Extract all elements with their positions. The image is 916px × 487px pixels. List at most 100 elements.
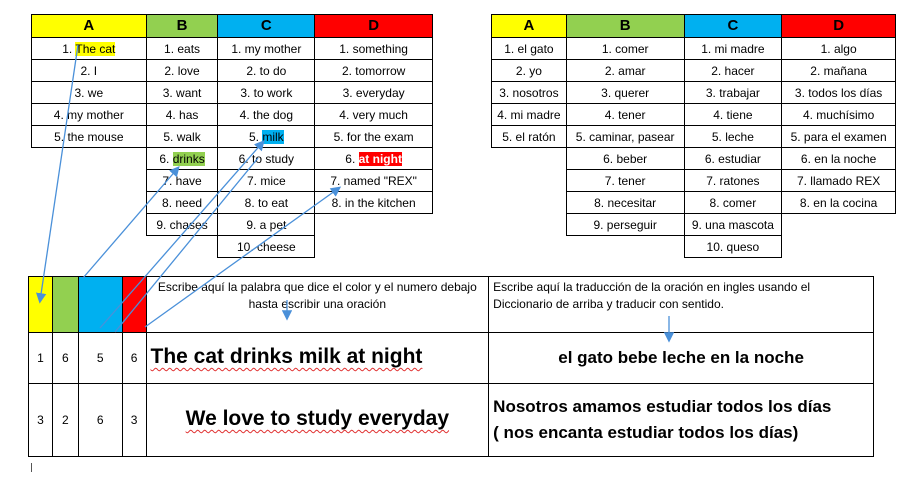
- spa-c-cell: 3. trabajar: [683, 81, 783, 104]
- empty-cell: [32, 148, 147, 170]
- eng-d-cell: 2. tomorrow: [314, 59, 433, 82]
- spa-b-cell: 5. caminar, pasear: [565, 125, 685, 148]
- eng-b-cell: 9. chases: [145, 213, 219, 236]
- empty-cell: [492, 214, 567, 236]
- eng-b-cell: 5. walk: [145, 125, 219, 148]
- row2-num-c: 6: [77, 383, 123, 457]
- row1-sentence: The cat drinks milk at night: [150, 345, 423, 368]
- empty-cell: [32, 236, 147, 258]
- empty-cell: [314, 213, 433, 236]
- row1-num-b: 6: [51, 332, 79, 384]
- spa-a-cell: 5. el ratón: [491, 125, 567, 148]
- empty-cell: [492, 236, 567, 258]
- spa-d-cell: 8. en la cocina: [781, 191, 896, 214]
- eng-b-cell: 3. want: [145, 81, 219, 104]
- spa-header-d: D: [781, 14, 896, 38]
- eng-c-cell: 9. a pet: [217, 213, 316, 236]
- eng-d6-prefix: 6.: [345, 151, 359, 166]
- row2-num-b: 2: [51, 383, 79, 457]
- eng-c-cell: 8. to eat: [217, 191, 316, 214]
- eng-c-cell: 3. to work: [217, 81, 316, 104]
- eng-header-c: C: [217, 14, 316, 38]
- eng-a-cell: 2. I: [31, 59, 147, 82]
- row1-num-c: 5: [77, 332, 123, 384]
- spa-b-cell: 9. perseguir: [565, 213, 685, 236]
- eng-a-cell: 4. my mother: [31, 103, 147, 126]
- eng-a1-prefix: 1.: [62, 41, 76, 56]
- eng-b6-highlight: drinks: [172, 151, 205, 166]
- empty-cell: [146, 235, 218, 258]
- spa-a-cell: 2. yo: [491, 59, 567, 82]
- eng-b-cell: 6. drinks: [145, 147, 219, 170]
- eng-a1-highlight: The cat: [75, 41, 116, 56]
- empty-cell: [781, 213, 896, 236]
- spa-a-cell: 3. nosotros: [491, 81, 567, 104]
- row2-translation-line1: Nosotros amamos estudiar todos los días: [493, 397, 832, 416]
- empty-cell: [566, 235, 684, 258]
- eng-b-cell: 1. eats: [145, 37, 219, 60]
- spa-c-cell: 1. mi madre: [683, 37, 783, 60]
- row2-sentence-cell[interactable]: We love to study everyday: [145, 383, 490, 457]
- row1-num-d: 6: [121, 332, 147, 384]
- spa-d-cell: 4. muchísimo: [781, 103, 896, 126]
- spa-header-b: B: [565, 14, 685, 38]
- row2-num-d: 3: [121, 383, 147, 457]
- eng-b-cell: 8. need: [145, 191, 219, 214]
- eng-d6-highlight: at night: [358, 151, 402, 166]
- spanish-dictionary-table: A B C D 1. el gato 1. comer 1. mi madre …: [491, 14, 896, 258]
- color-cell-blue: [77, 276, 123, 333]
- spa-b-cell: 1. comer: [565, 37, 685, 60]
- spa-b-cell: 8. necesitar: [565, 191, 685, 214]
- spa-d-cell: 6. en la noche: [781, 147, 896, 170]
- spa-b-cell: 2. amar: [565, 59, 685, 82]
- row2-translation-line2: ( nos encanta estudiar todos los días): [493, 423, 799, 442]
- spa-c-cell: 6. estudiar: [683, 147, 783, 170]
- spa-c-cell: 8. comer: [683, 191, 783, 214]
- instruction-left: Escribe aquí la palabra que dice el colo…: [145, 276, 490, 333]
- empty-cell: [492, 148, 567, 170]
- spa-b-cell: 7. tener: [565, 169, 685, 192]
- empty-cell: [32, 192, 147, 214]
- spa-a-cell: 4. mi madre: [491, 103, 567, 126]
- eng-d-cell: 3. everyday: [314, 81, 433, 104]
- eng-d-cell: 5. for the exam: [314, 125, 433, 148]
- eng-a-cell: 5. the mouse: [31, 125, 147, 148]
- color-cell-green: [51, 276, 79, 333]
- row2-num-a: 3: [28, 383, 53, 457]
- spa-d-cell: 3. todos los días: [781, 81, 896, 104]
- eng-c5-highlight: milk: [262, 129, 284, 144]
- empty-cell: [315, 236, 433, 258]
- spa-c-cell: 5. leche: [683, 125, 783, 148]
- worksheet-table: Escribe aquí la palabra que dice el colo…: [28, 276, 874, 457]
- eng-d-cell: 6. at night: [314, 147, 433, 170]
- eng-c-cell: 6. to study: [217, 147, 316, 170]
- row1-translation-cell[interactable]: el gato bebe leche en la noche: [488, 332, 874, 384]
- color-cell-red: [121, 276, 147, 333]
- spa-c-cell: 2. hacer: [683, 59, 783, 82]
- spa-header-a: A: [491, 14, 567, 38]
- eng-c-cell: 5. milk: [217, 125, 316, 148]
- eng-header-a: A: [31, 14, 147, 38]
- spa-header-c: C: [683, 14, 783, 38]
- eng-header-b: B: [145, 14, 219, 38]
- spa-c-cell: 9. una mascota: [683, 213, 783, 236]
- eng-a-cell: 3. we: [31, 81, 147, 104]
- spa-d-cell: 2. mañana: [781, 59, 896, 82]
- row2-translation-cell[interactable]: Nosotros amamos estudiar todos los días …: [488, 383, 874, 457]
- eng-d-cell: 4. very much: [314, 103, 433, 126]
- spa-c-cell: 10. queso: [683, 235, 783, 258]
- eng-d-cell: 7. named "REX": [314, 169, 433, 192]
- eng-b-cell: 2. love: [145, 59, 219, 82]
- row1-num-a: 1: [28, 332, 53, 384]
- empty-cell: [32, 170, 147, 192]
- row2-sentence: We love to study everyday: [185, 407, 450, 430]
- text-cursor: [31, 463, 32, 472]
- instruction-right: Escribe aquí la traducción de la oración…: [488, 276, 874, 333]
- eng-d-cell: 8. in the kitchen: [314, 191, 433, 214]
- eng-c-cell: 4. the dog: [217, 103, 316, 126]
- empty-cell: [492, 192, 567, 214]
- eng-c-cell: 1. my mother: [217, 37, 316, 60]
- eng-c-cell: 2. to do: [217, 59, 316, 82]
- spa-b-cell: 6. beber: [565, 147, 685, 170]
- row1-sentence-cell[interactable]: The cat drinks milk at night: [145, 332, 490, 384]
